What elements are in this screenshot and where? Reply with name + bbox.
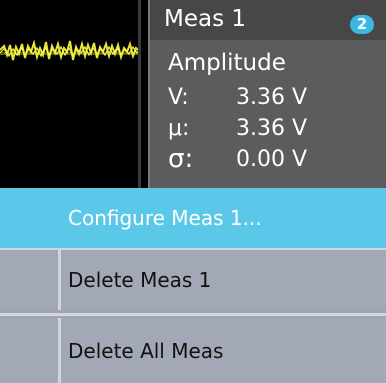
measurement-row-mean: μ: 3.36 V xyxy=(168,116,378,146)
measurement-badge[interactable]: Meas 1 2 Amplitude V: 3.36 V μ: 3.36 V σ… xyxy=(148,0,386,188)
measurement-type: Amplitude xyxy=(168,50,286,76)
measurement-title: Meas 1 xyxy=(164,6,247,32)
waveform-display[interactable] xyxy=(0,0,141,188)
menu-item-label: Delete Meas 1 xyxy=(68,268,212,292)
menu-item-label: Delete All Meas xyxy=(68,338,224,363)
context-menu: Configure Meas 1... Delete Meas 1 Delete… xyxy=(0,188,386,383)
row-value: 3.36 V xyxy=(236,116,308,141)
oscilloscope-screen: Meas 1 2 Amplitude V: 3.36 V μ: 3.36 V σ… xyxy=(0,0,386,383)
row-label: μ: xyxy=(168,116,190,141)
row-label: V: xyxy=(168,85,189,110)
panel-divider xyxy=(138,0,141,188)
row-value: 0.00 V xyxy=(236,147,308,172)
menu-item-label: Configure Meas 1... xyxy=(68,206,262,230)
menu-item-configure-meas[interactable]: Configure Meas 1... xyxy=(0,188,386,248)
waveform-trace xyxy=(0,39,141,61)
menu-icon-column-divider xyxy=(58,250,61,310)
menu-divider xyxy=(0,313,386,316)
menu-icon-column-divider xyxy=(58,318,61,383)
row-value: 3.36 V xyxy=(236,85,308,110)
measurement-row-value: V: 3.36 V xyxy=(168,85,378,115)
measurement-row-std-dev: σ: 0.00 V xyxy=(168,144,378,177)
row-label: σ: xyxy=(168,144,194,174)
channel-indicator: 2 xyxy=(350,15,374,34)
measurement-header: Meas 1 2 xyxy=(150,0,386,40)
